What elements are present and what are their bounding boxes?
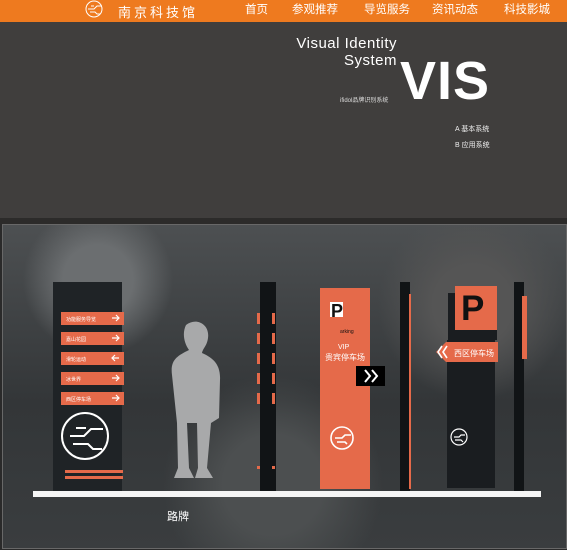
vip-parking-sign xyxy=(320,288,370,489)
west-lot-pole-band xyxy=(522,296,527,359)
base-stripe xyxy=(65,476,123,479)
west-lot-label: 西区停车场 xyxy=(454,348,494,358)
person-silhouette-icon xyxy=(171,321,221,478)
floor-line xyxy=(33,491,541,497)
signage-illustration: 功能服务导览 嘉山花园 滑轮运动 冰世界 西区停车场 P arking VIP … xyxy=(53,282,527,491)
sign-3-text: 滑轮运动 xyxy=(66,356,86,363)
sign-1-text: 功能服务导览 xyxy=(66,316,96,323)
base-stripe xyxy=(65,470,123,473)
vip-label: VIP xyxy=(338,344,350,351)
vip-lot-label: 贵宾停车场 xyxy=(325,352,365,362)
vip-sign-pole xyxy=(400,282,410,491)
sign-2-text: 嘉山花园 xyxy=(66,336,86,343)
parking-letter: P xyxy=(331,301,343,321)
sign-4-text: 冰世界 xyxy=(66,376,81,383)
parking-p-letter: P xyxy=(461,289,484,328)
parking-word: arking xyxy=(340,329,354,335)
vip-sign-edge xyxy=(409,294,411,489)
sign-5-text: 西区停车场 xyxy=(66,396,91,403)
image-caption: 路牌 xyxy=(167,510,189,523)
west-lot-tower xyxy=(447,340,495,488)
